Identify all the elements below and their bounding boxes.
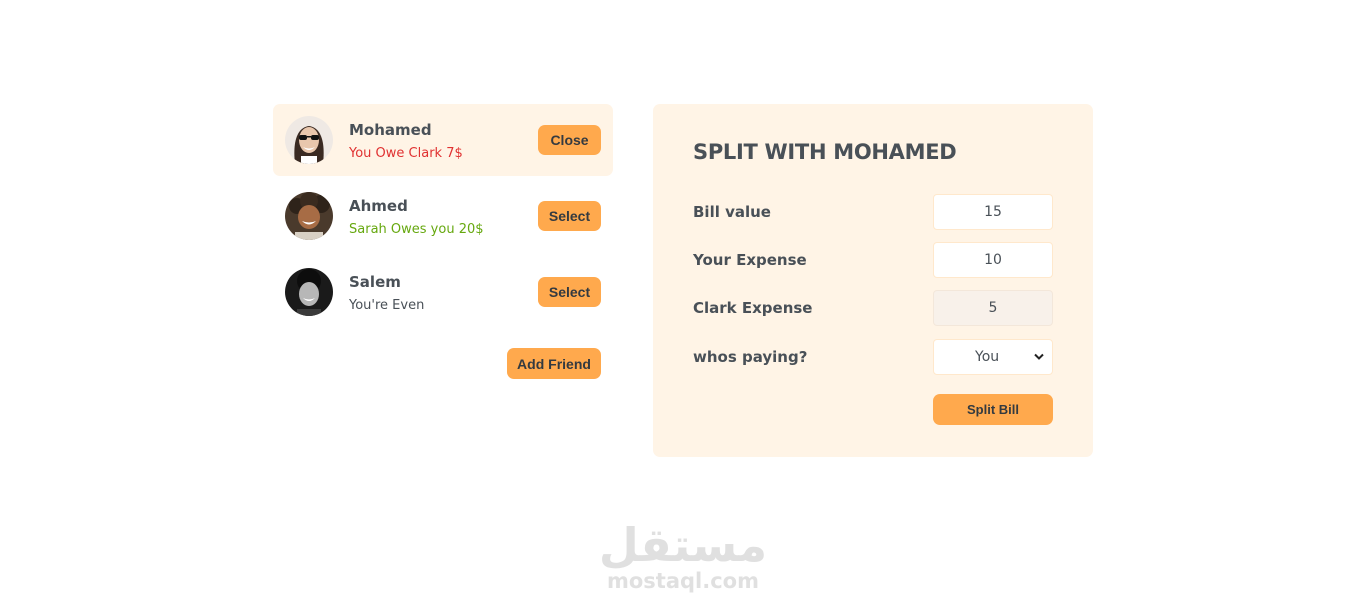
avatar-ahmed-image: [285, 192, 333, 240]
close-button[interactable]: Close: [538, 125, 601, 155]
bill-value-input[interactable]: [933, 194, 1053, 230]
payer-label: whos paying?: [693, 348, 808, 366]
avatar-mohamed-image: [285, 116, 333, 164]
app-root: Mohamed You Owe Clark 7$ Close Ahmed Sar…: [0, 0, 1366, 613]
bill-value-label: Bill value: [693, 203, 771, 221]
friend-balance-status: Sarah Owes you 20$: [349, 222, 484, 237]
avatar-salem-image: [285, 268, 333, 316]
bill-value-row: Bill value: [693, 194, 1053, 230]
payer-row: whos paying? You: [693, 339, 1053, 375]
watermark-latin-text: mostaql.com: [607, 569, 759, 593]
avatar-mohamed: [285, 116, 333, 164]
friend-name: Salem: [349, 273, 401, 291]
split-form-title: SPLIT WITH MOHAMED: [693, 140, 957, 164]
watermark-arabic-text: مستقل: [598, 518, 768, 572]
friend-item-mohamed[interactable]: Mohamed You Owe Clark 7$ Close: [273, 104, 613, 176]
payer-select[interactable]: You: [933, 339, 1053, 375]
payer-select-value: You: [975, 349, 1000, 365]
friend-name: Mohamed: [349, 121, 432, 139]
select-button[interactable]: Select: [538, 277, 601, 307]
friend-expense-row: Clark Expense: [693, 290, 1053, 326]
your-expense-label: Your Expense: [693, 251, 807, 269]
mostaql-watermark: مستقل mostaql.com: [583, 520, 783, 592]
select-button[interactable]: Select: [538, 201, 601, 231]
friend-expense-label: Clark Expense: [693, 299, 813, 317]
chevron-down-icon: [1034, 353, 1044, 360]
friend-name: Ahmed: [349, 197, 408, 215]
your-expense-input[interactable]: [933, 242, 1053, 278]
friend-item-salem[interactable]: Salem You're Even Select: [273, 256, 613, 328]
split-bill-form: SPLIT WITH MOHAMED Bill value Your Expen…: [653, 104, 1093, 457]
avatar-ahmed: [285, 192, 333, 240]
your-expense-row: Your Expense: [693, 242, 1053, 278]
split-bill-button[interactable]: Split Bill: [933, 394, 1053, 425]
friend-expense-input: [933, 290, 1053, 326]
friend-balance-status: You're Even: [349, 298, 425, 313]
add-friend-button[interactable]: Add Friend: [507, 348, 601, 379]
friend-balance-status: You Owe Clark 7$: [349, 146, 463, 161]
avatar-salem: [285, 268, 333, 316]
friend-item-ahmed[interactable]: Ahmed Sarah Owes you 20$ Select: [273, 180, 613, 252]
friends-list: Mohamed You Owe Clark 7$ Close Ahmed Sar…: [273, 104, 613, 379]
